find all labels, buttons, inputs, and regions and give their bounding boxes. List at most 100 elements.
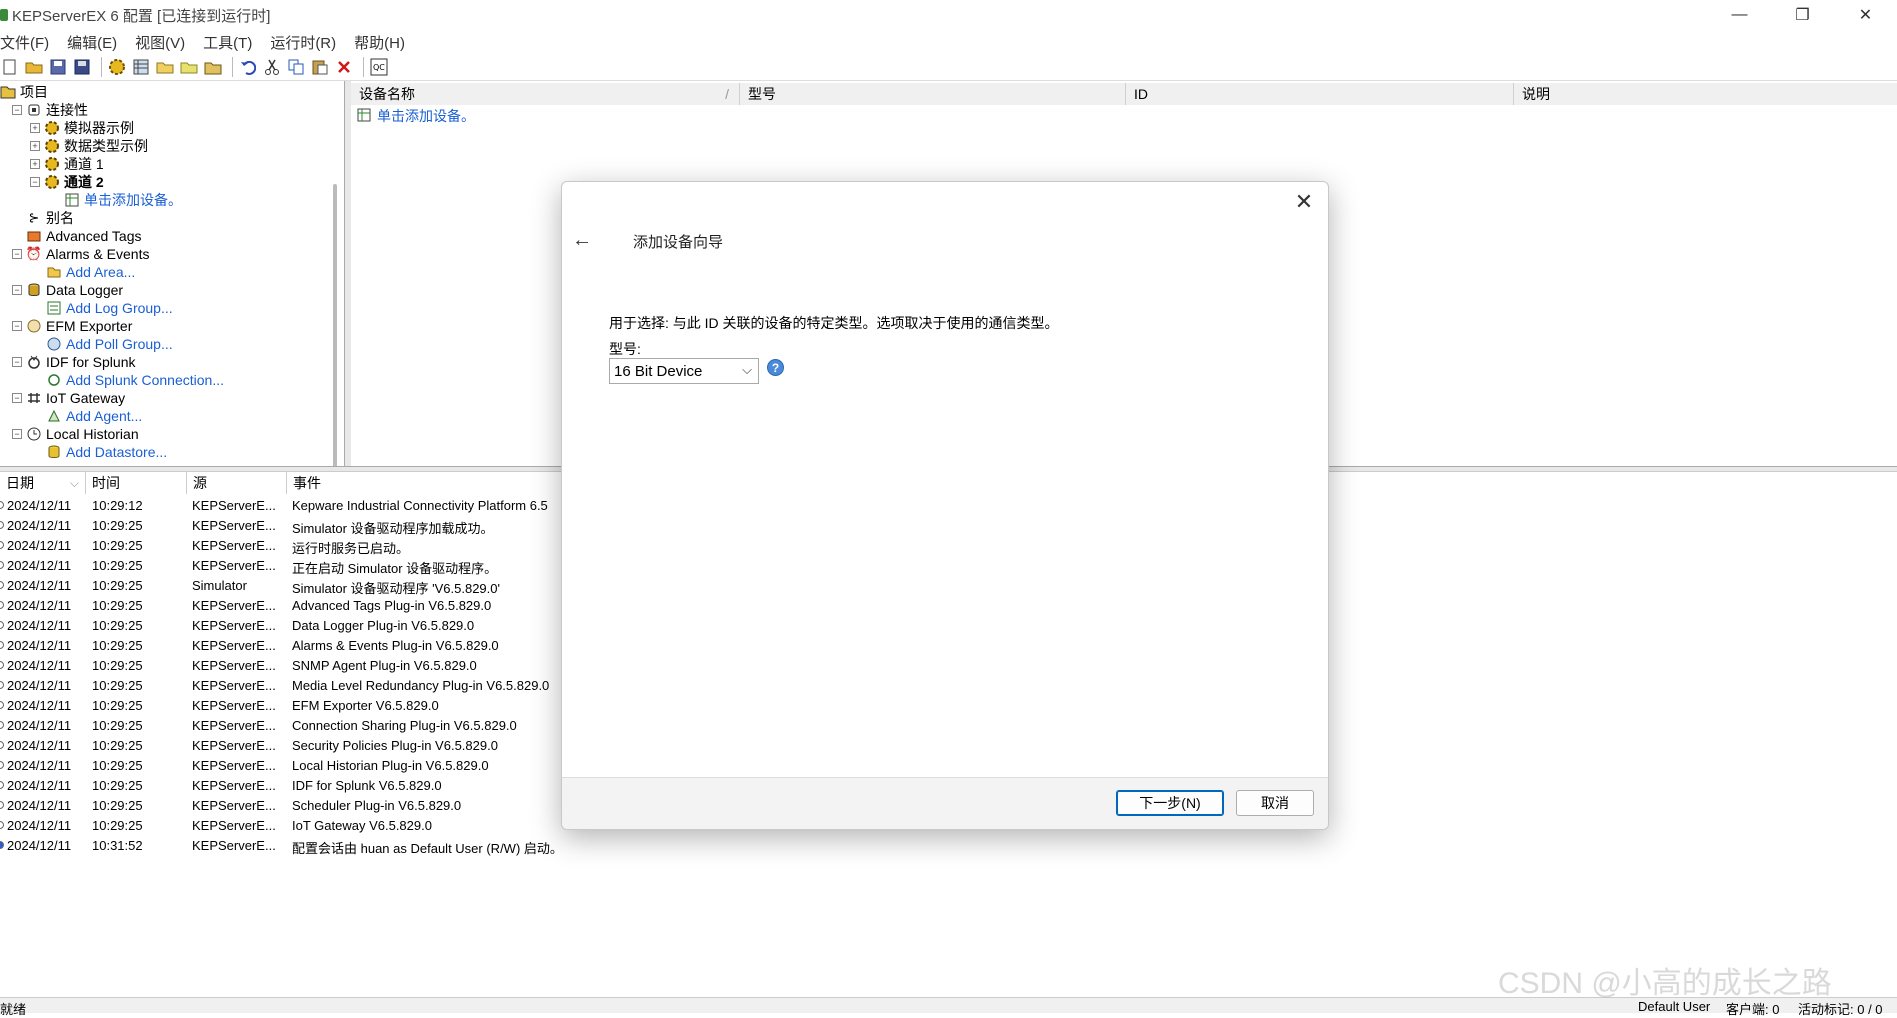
- collapse-icon[interactable]: −: [12, 105, 22, 115]
- tree-item-add-log-group[interactable]: Add Log Group...: [46, 299, 173, 317]
- log-date: 2024/12/11: [7, 618, 72, 633]
- tree-item-efm-exporter[interactable]: − EFM Exporter: [12, 317, 132, 335]
- new-icon[interactable]: [0, 57, 20, 77]
- paste-icon[interactable]: [310, 57, 330, 77]
- log-event: Simulator 设备驱动程序加载成功。: [292, 521, 494, 536]
- log-header-source[interactable]: 源: [187, 472, 287, 494]
- expand-icon[interactable]: +: [30, 123, 40, 133]
- delete-icon[interactable]: [334, 57, 354, 77]
- minimize-button[interactable]: —: [1708, 0, 1771, 30]
- tree-item-advanced-tags[interactable]: Advanced Tags: [26, 227, 141, 245]
- bulk-tag-icon[interactable]: [203, 57, 223, 77]
- tree-item-add-datastore[interactable]: Add Datastore...: [46, 443, 167, 461]
- tree-item-channel-datatypes[interactable]: + 数据类型示例: [30, 137, 148, 155]
- next-button[interactable]: 下一步(N): [1116, 790, 1224, 816]
- tree-item-project[interactable]: 项目: [0, 83, 48, 101]
- menu-runtime[interactable]: 运行时(R): [270, 32, 336, 53]
- poll-group-icon: [46, 336, 62, 352]
- datastore-icon: [46, 444, 62, 460]
- tree-item-add-area[interactable]: Add Area...: [46, 263, 135, 281]
- agent-icon: [46, 408, 62, 424]
- menu-tools[interactable]: 工具(T): [203, 32, 252, 53]
- log-date: 2024/12/11: [7, 818, 72, 833]
- tree-item-iot-gateway[interactable]: − IoT Gateway: [12, 389, 125, 407]
- restore-button[interactable]: ❐: [1771, 0, 1834, 30]
- channel-icon: [44, 174, 60, 190]
- collapse-icon[interactable]: −: [12, 285, 22, 295]
- collapse-icon[interactable]: −: [12, 393, 22, 403]
- tree-item-data-logger[interactable]: − Data Logger: [12, 281, 123, 299]
- menu-help[interactable]: 帮助(H): [354, 32, 405, 53]
- log-date: 2024/12/11: [7, 758, 72, 773]
- tree-item-local-historian[interactable]: − Local Historian: [12, 425, 139, 443]
- tree-item-channel-simulator[interactable]: + 模拟器示例: [30, 119, 134, 137]
- log-header-time[interactable]: 时间: [86, 472, 187, 494]
- expand-icon[interactable]: +: [30, 159, 40, 169]
- log-date: 2024/12/11: [7, 678, 72, 693]
- log-source: KEPServerE...: [192, 638, 276, 653]
- undo-icon[interactable]: [238, 57, 258, 77]
- tree-item-add-device[interactable]: 单击添加设备。: [64, 191, 182, 209]
- close-icon[interactable]: ✕: [1292, 189, 1316, 214]
- log-source: KEPServerE...: [192, 718, 276, 733]
- tree-item-add-poll-group[interactable]: Add Poll Group...: [46, 335, 173, 353]
- collapse-icon[interactable]: −: [12, 357, 22, 367]
- model-select[interactable]: 16 Bit Device ⌵: [609, 358, 759, 384]
- new-device-icon[interactable]: [131, 57, 151, 77]
- log-event: 正在启动 Simulator 设备驱动程序。: [292, 561, 498, 576]
- cancel-button[interactable]: 取消: [1236, 790, 1314, 816]
- collapse-icon[interactable]: −: [30, 177, 40, 187]
- log-date: 2024/12/11: [7, 778, 72, 793]
- tree-item-idf-splunk[interactable]: − IDF for Splunk: [12, 353, 135, 371]
- log-row[interactable]: 2024/12/11 10:31:52 KEPServerE... 配置会话由 hua…: [0, 836, 1000, 856]
- menu-edit[interactable]: 编辑(E): [67, 32, 117, 53]
- save-as-icon[interactable]: [72, 57, 92, 77]
- close-window-button[interactable]: ✕: [1834, 0, 1897, 30]
- new-channel-icon[interactable]: [107, 57, 127, 77]
- quick-client-icon[interactable]: QC: [369, 57, 389, 77]
- open-icon[interactable]: [24, 57, 44, 77]
- tree-item-channel-2[interactable]: − 通道 2: [30, 173, 104, 191]
- column-header-id[interactable]: ID: [1126, 83, 1514, 105]
- tree-scrollbar[interactable]: [333, 184, 337, 466]
- copy-icon[interactable]: [286, 57, 306, 77]
- help-icon[interactable]: ?: [767, 359, 784, 376]
- info-icon: [0, 801, 4, 809]
- new-tag-icon[interactable]: [179, 57, 199, 77]
- log-event: Advanced Tags Plug-in V6.5.829.0: [292, 598, 492, 613]
- tree-item-channel-1[interactable]: + 通道 1: [30, 155, 104, 173]
- menu-file[interactable]: 文件(F): [0, 32, 49, 53]
- log-header-date[interactable]: 日期 ⌵: [0, 472, 86, 494]
- cut-icon[interactable]: [262, 57, 282, 77]
- tree-item-add-agent[interactable]: Add Agent...: [46, 407, 142, 425]
- log-date: 2024/12/11: [7, 698, 72, 713]
- save-icon[interactable]: [48, 57, 68, 77]
- expand-icon[interactable]: +: [30, 141, 40, 151]
- log-event: Security Policies Plug-in V6.5.829.0: [292, 738, 498, 753]
- chevron-down-icon: ⌵: [742, 362, 752, 377]
- log-event: Connection Sharing Plug-in V6.5.829.0: [292, 718, 517, 733]
- log-date: 2024/12/11: [7, 798, 72, 813]
- collapse-icon[interactable]: −: [12, 249, 22, 259]
- tree-item-add-splunk-connection[interactable]: Add Splunk Connection...: [46, 371, 224, 389]
- tree-item-alias[interactable]: ⊱ 别名: [26, 209, 74, 227]
- column-header-description[interactable]: 说明: [1514, 83, 1897, 105]
- efm-icon: [26, 318, 42, 334]
- back-arrow-icon[interactable]: ←: [570, 228, 594, 252]
- add-device-wizard-dialog: ✕ ← 添加设备向导 用于选择: 与此 ID 关联的设备的特定类型。选项取决于使…: [561, 181, 1329, 830]
- channel-icon: [44, 138, 60, 154]
- menu-view[interactable]: 视图(V): [135, 32, 185, 53]
- column-header-model[interactable]: 型号: [740, 83, 1126, 105]
- info-icon: [0, 841, 4, 849]
- collapse-icon[interactable]: −: [12, 429, 22, 439]
- column-header-device-name[interactable]: 设备名称 /: [351, 83, 740, 105]
- add-device-row[interactable]: 单击添加设备。: [357, 106, 475, 126]
- tree-item-connectivity[interactable]: − 连接性: [12, 101, 88, 119]
- log-source: KEPServerE...: [192, 738, 276, 753]
- tree-item-alarms-events[interactable]: − ⏰ Alarms & Events: [12, 245, 149, 263]
- info-icon: [0, 581, 4, 589]
- new-group-icon[interactable]: [155, 57, 175, 77]
- log-source: KEPServerE...: [192, 538, 276, 553]
- log-time: 10:29:25: [92, 798, 143, 813]
- collapse-icon[interactable]: −: [12, 321, 22, 331]
